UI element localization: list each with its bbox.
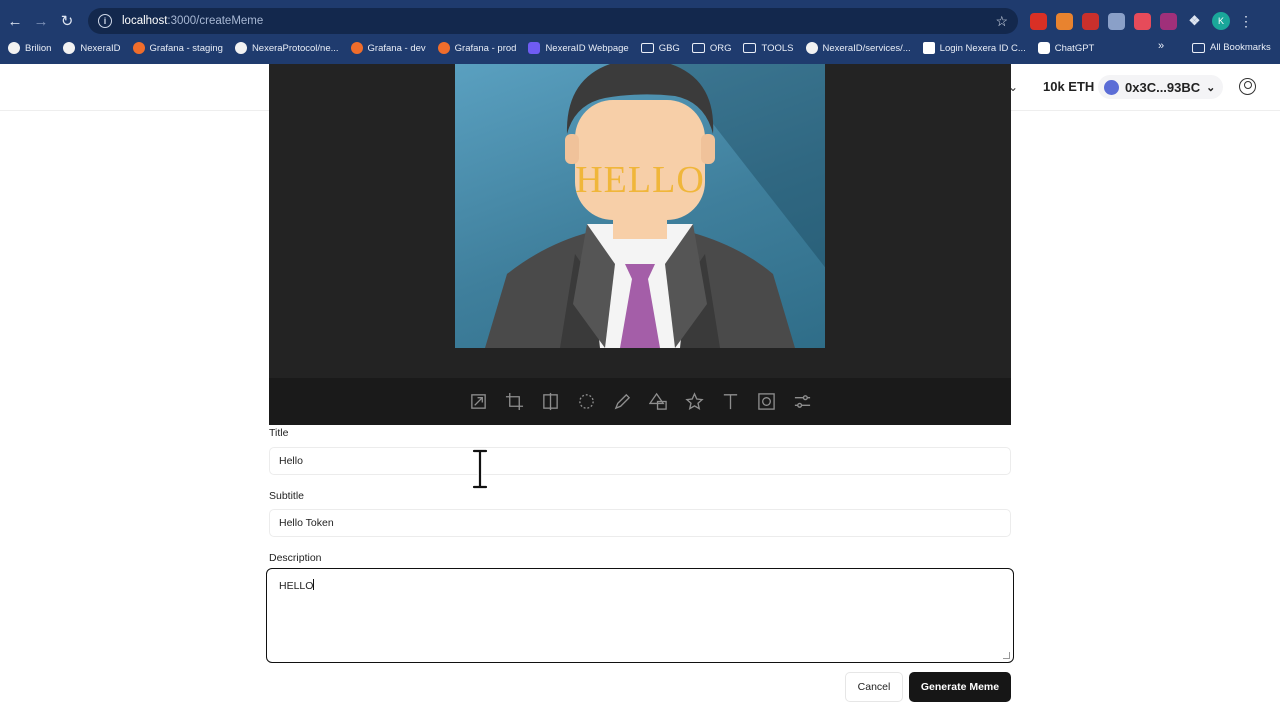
bookmark-label: Grafana - dev (367, 42, 426, 54)
nexera-icon (528, 42, 541, 54)
bookmark-item[interactable]: NexeraID (63, 42, 121, 54)
bookmark-item[interactable]: Grafana - staging (132, 42, 223, 54)
businessman-illustration (485, 64, 795, 348)
text-icon[interactable] (721, 392, 740, 411)
folder-icon (1192, 42, 1205, 53)
editor-toolbar (269, 378, 1011, 425)
forward-icon[interactable]: → (28, 8, 54, 34)
text-caret (313, 579, 315, 590)
user-icon[interactable] (1239, 78, 1256, 95)
bookmark-item[interactable]: ChatGPT (1037, 42, 1095, 54)
grafana-icon (132, 42, 145, 54)
shape-icon[interactable] (648, 392, 668, 411)
meme-text-overlay[interactable]: HELLO (455, 158, 825, 202)
site-info-icon[interactable]: i (98, 14, 112, 28)
mask-icon[interactable] (757, 392, 776, 411)
description-label: Description (269, 552, 322, 564)
address-bar[interactable]: i localhost:3000/createMeme ☆ (88, 8, 1018, 34)
bookmark-label: Login Nexera ID C... (939, 42, 1026, 54)
extension-icon[interactable] (1160, 12, 1177, 30)
bookmark-item[interactable]: Grafana - dev (350, 42, 426, 54)
bookmark-star-icon[interactable]: ☆ (995, 13, 1008, 30)
extension-icon[interactable] (1082, 12, 1099, 30)
bookmark-label: NexeraProtocol/ne... (251, 42, 339, 54)
extension-icon[interactable] (1134, 12, 1151, 30)
grafana-icon (437, 42, 450, 54)
bookmark-label: GBG (658, 42, 680, 54)
puzzle-icon[interactable]: ❖ (1186, 13, 1203, 30)
bookmark-label: Grafana - staging (149, 42, 223, 54)
more-bookmarks-icon[interactable]: » (1158, 40, 1164, 52)
extensions-bar: ❖ K ⋮ (1030, 8, 1253, 34)
bookmark-label: TOOLS (761, 42, 794, 54)
folder-icon (640, 43, 654, 53)
bookmark-label: ORG (709, 42, 732, 54)
github-icon (234, 42, 247, 54)
crop-icon[interactable] (505, 392, 524, 411)
title-value: Hello (279, 455, 303, 467)
eth-balance: 10k ETH (1043, 79, 1095, 94)
browser-toolbar: ← → ↻ i localhost:3000/createMeme ☆ ❖ K … (0, 4, 1280, 38)
bookmark-label: NexeraID/services/... (822, 42, 911, 54)
github-icon (63, 42, 76, 54)
bookmark-label: Grafana - prod (454, 42, 517, 54)
filter-icon[interactable] (793, 392, 812, 411)
rotate-icon[interactable] (577, 392, 596, 411)
extension-icon[interactable] (1108, 12, 1125, 30)
resize-grip[interactable] (1003, 652, 1010, 659)
bookmark-item[interactable]: NexeraID Webpage (528, 42, 629, 54)
browser-chrome: ← → ↻ i localhost:3000/createMeme ☆ ❖ K … (0, 0, 1280, 64)
subtitle-label: Subtitle (269, 490, 305, 502)
grafana-icon (350, 42, 363, 54)
bookmark-label: Brilion (25, 42, 52, 54)
bookmark-item[interactable]: GBG (640, 42, 680, 54)
flip-icon[interactable] (541, 392, 560, 411)
text-cursor-icon (471, 449, 489, 489)
github-icon (805, 42, 818, 54)
bookmark-item[interactable]: TOOLS (743, 42, 794, 54)
subtitle-input[interactable]: Hello Token (269, 509, 1011, 537)
bookmark-item[interactable]: Brilion (8, 42, 51, 54)
bookmark-item[interactable]: NexeraProtocol/ne... (234, 42, 339, 54)
account-address: 0x3C...93BC (1125, 79, 1201, 95)
bookmark-item[interactable]: Login Nexera ID C... (922, 42, 1026, 54)
browser-menu-icon[interactable]: ⋮ (1239, 13, 1253, 30)
github-icon (8, 42, 20, 54)
all-bookmarks[interactable]: All Bookmarks (1192, 42, 1271, 53)
cancel-button[interactable]: Cancel (845, 672, 903, 702)
chevron-down-icon: ⌄ (1206, 81, 1216, 94)
generate-meme-button[interactable]: Generate Meme (909, 672, 1011, 702)
meme-image[interactable]: HELLO (455, 64, 825, 348)
bookmark-label: NexeraID (80, 42, 121, 54)
bookmark-label: ChatGPT (1054, 42, 1095, 54)
extension-icon[interactable] (1030, 12, 1047, 30)
reload-icon[interactable]: ↻ (54, 8, 80, 34)
wallet-avatar (1104, 79, 1119, 95)
bookmark-item[interactable]: ORG (691, 42, 732, 54)
url-text: localhost:3000/createMeme (122, 15, 264, 27)
metamask-icon[interactable] (1056, 12, 1073, 30)
chatgpt-icon (1037, 42, 1050, 54)
description-value: HELLO (279, 580, 314, 592)
profile-avatar[interactable]: K (1212, 12, 1230, 30)
subtitle-value: Hello Token (279, 517, 334, 529)
draw-icon[interactable] (613, 392, 632, 411)
bookmark-label: NexeraID Webpage (545, 42, 629, 54)
back-icon[interactable]: ← (2, 8, 28, 34)
title-input[interactable]: Hello (269, 447, 1011, 475)
bookmark-item[interactable]: NexeraID/services/... (805, 42, 911, 54)
folder-icon (691, 43, 705, 53)
account-button[interactable]: 0x3C...93BC ⌄ (1098, 75, 1224, 99)
image-editor: HELLO (269, 64, 1011, 425)
id-icon (922, 42, 935, 54)
bookmark-item[interactable]: Grafana - prod (437, 42, 517, 54)
resize-icon[interactable] (469, 392, 488, 411)
description-textarea[interactable]: HELLO (266, 568, 1014, 663)
bookmarks-bar: Brilion NexeraID Grafana - staging NexeraPr… (0, 38, 1280, 58)
title-label: Title (269, 427, 289, 439)
folder-icon (743, 43, 757, 53)
star-icon[interactable] (684, 392, 704, 411)
